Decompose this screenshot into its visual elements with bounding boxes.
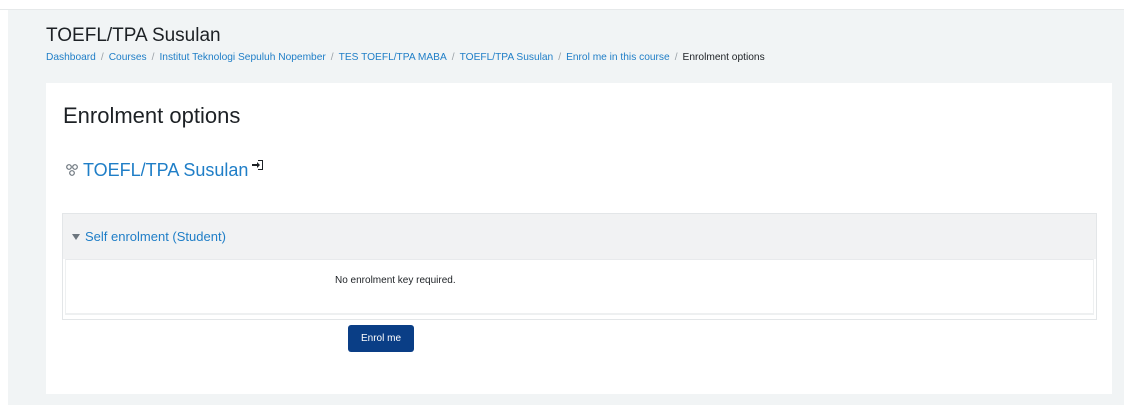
enrolment-key-message: No enrolment key required. [335, 275, 456, 286]
breadcrumb-separator: / [674, 52, 678, 63]
breadcrumb-enrol[interactable]: Enrol me in this course [566, 51, 670, 65]
self-enrolment-body: No enrolment key required. [65, 259, 1094, 315]
main-card: Enrolment options TOEFL/TPA Susulan Self… [46, 83, 1112, 394]
breadcrumb-courses[interactable]: Courses [109, 51, 147, 65]
self-enrolment-panel: Self enrolment (Student) No enrolment ke… [62, 213, 1097, 320]
page-header: TOEFL/TPA Susulan Dashboard / Courses / … [46, 24, 1104, 65]
enrol-me-button[interactable]: Enrol me [348, 325, 414, 352]
breadcrumb-current: Enrolment options [682, 52, 765, 63]
self-enrolment-header[interactable]: Self enrolment (Student) [63, 214, 1096, 259]
breadcrumb-separator: / [151, 52, 155, 63]
breadcrumb-dashboard[interactable]: Dashboard [46, 51, 96, 65]
breadcrumb-category[interactable]: TES TOEFL/TPA MABA [339, 51, 447, 65]
self-enrolment-title: Self enrolment (Student) [85, 229, 226, 244]
breadcrumb-separator: / [100, 52, 104, 63]
breadcrumb-separator: / [558, 52, 562, 63]
breadcrumb-separator: / [451, 52, 455, 63]
course-icon [66, 164, 78, 176]
breadcrumb-course[interactable]: TOEFL/TPA Susulan [460, 51, 554, 65]
course-name-link[interactable]: TOEFL/TPA Susulan [83, 158, 248, 182]
section-heading: Enrolment options [63, 103, 241, 128]
page-title: TOEFL/TPA Susulan [46, 25, 221, 46]
sign-in-icon [252, 160, 264, 170]
breadcrumb-institution[interactable]: Institut Teknologi Sepuluh Nopember [159, 51, 325, 65]
breadcrumb: Dashboard / Courses / Institut Teknologi… [46, 51, 1104, 65]
caret-down-icon [72, 233, 80, 240]
course-link-row: TOEFL/TPA Susulan [65, 158, 264, 182]
top-bar [0, 0, 1124, 10]
breadcrumb-separator: / [330, 52, 334, 63]
